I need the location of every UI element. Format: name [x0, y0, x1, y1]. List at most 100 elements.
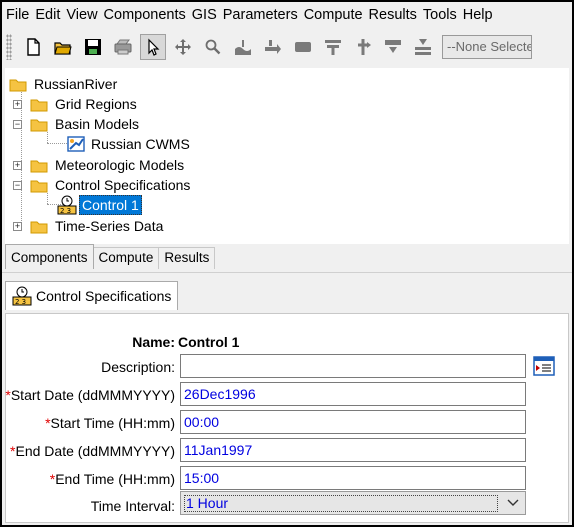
junction-tool-button[interactable] [320, 34, 346, 60]
split-pane-divider[interactable] [2, 272, 572, 280]
save-disk-icon [85, 39, 101, 55]
menu-help[interactable]: Help [462, 7, 498, 23]
editor-tab-strip: 2 3 Control Specifications [5, 281, 179, 310]
tab-compute[interactable]: Compute [92, 247, 160, 269]
end-date-field[interactable]: 11Jan1997 [180, 438, 526, 462]
diversion-tool-button[interactable] [350, 34, 376, 60]
toolbar-grip-handle[interactable] [6, 34, 12, 60]
tree-root-row[interactable]: RussianRiver [9, 74, 119, 94]
tree-label-russian-cwms: Russian CWMS [91, 136, 190, 152]
description-label: Description: [101, 359, 175, 375]
collapse-icon[interactable]: − [13, 181, 22, 190]
open-button[interactable] [50, 34, 76, 60]
menu-file[interactable]: File [5, 7, 34, 23]
end-time-label-text: End Time (HH:mm) [55, 471, 175, 487]
tree-label-time-series-data: Time-Series Data [55, 218, 164, 234]
tree-row-basin-models[interactable]: Basin Models [30, 114, 141, 134]
end-time-field[interactable]: 15:00 [180, 466, 526, 490]
hec-hms-window: File Edit View Components GIS Parameters… [2, 2, 572, 525]
tree-label-control-specifications: Control Specifications [55, 177, 191, 193]
tree-label-control-1: Control 1 [79, 195, 142, 215]
start-time-label: *Start Time (HH:mm) [45, 415, 175, 431]
folder-icon [30, 180, 48, 192]
start-date-label: *Start Date (ddMMMYYYY) [5, 387, 175, 403]
tree-label-basin-models: Basin Models [55, 116, 140, 132]
tree-row-grid-regions[interactable]: Grid Regions [30, 94, 139, 114]
menu-gis[interactable]: GIS [191, 7, 222, 23]
folder-icon [30, 221, 48, 233]
tree-label-grid-regions: Grid Regions [55, 96, 137, 112]
source-tool-icon [385, 40, 401, 53]
watershed-explorer-tree: RussianRiver Grid Regions + Basin Models… [5, 68, 569, 244]
basin-model-icon [67, 136, 85, 152]
name-label: Name: [132, 334, 175, 350]
folder-icon [30, 99, 48, 111]
tab-components[interactable]: Components [5, 244, 94, 269]
source-tool-button[interactable] [380, 34, 406, 60]
end-time-label: *End Time (HH:mm) [50, 471, 175, 487]
tree-label-meteorologic-models: Meteorologic Models [55, 157, 185, 173]
tab-results[interactable]: Results [158, 247, 216, 269]
svg-text:2 3: 2 3 [60, 207, 71, 215]
menu-parameters[interactable]: Parameters [222, 7, 303, 23]
start-time-field[interactable]: 00:00 [180, 410, 526, 434]
control-spec-editor: Name: Control 1 Description: *Start Date… [5, 313, 569, 523]
reservoir-tool-button[interactable] [290, 34, 316, 60]
start-date-label-text: Start Date (ddMMMYYYY) [10, 387, 175, 403]
pointer-tool-button[interactable] [140, 34, 166, 60]
reservoir-tool-icon [295, 42, 311, 52]
control-spec-icon: 2 3 [12, 286, 32, 306]
description-field[interactable] [180, 354, 526, 378]
new-file-button[interactable] [20, 34, 46, 60]
tree-row-time-series-data[interactable]: Time-Series Data [30, 216, 165, 236]
save-button[interactable] [80, 34, 106, 60]
tab-control-specifications[interactable]: 2 3 Control Specifications [5, 281, 179, 310]
menu-edit[interactable]: Edit [34, 7, 65, 23]
time-interval-select[interactable]: 1 Hour [180, 491, 526, 515]
folder-icon [30, 160, 48, 172]
tree-row-meteorologic-models[interactable]: Meteorologic Models [30, 155, 186, 175]
diversion-tool-icon [358, 39, 371, 55]
description-editor-button[interactable] [533, 355, 555, 377]
time-interval-label: Time Interval: [90, 498, 175, 514]
text-editor-icon [533, 356, 555, 376]
expand-icon[interactable]: + [13, 222, 22, 231]
svg-text:2 3: 2 3 [15, 298, 26, 306]
reach-tool-icon [265, 40, 281, 54]
menu-components[interactable]: Components [103, 7, 191, 23]
expand-icon[interactable]: + [13, 100, 22, 109]
pointer-arrow-icon [148, 38, 160, 56]
reach-tool-button[interactable] [260, 34, 286, 60]
junction-tool-icon [325, 40, 341, 55]
zoom-tool-button[interactable] [200, 34, 226, 60]
print-icon [114, 39, 132, 55]
pan-tool-button[interactable] [170, 34, 196, 60]
zoom-magnifier-icon [205, 39, 221, 55]
time-interval-value: 1 Hour [184, 495, 498, 512]
print-button[interactable] [110, 34, 136, 60]
sink-tool-button[interactable] [410, 34, 436, 60]
tree-row-russian-cwms[interactable]: Russian CWMS [67, 134, 192, 154]
menu-bar: File Edit View Components GIS Parameters… [2, 2, 572, 28]
folder-icon [30, 119, 48, 131]
control-spec-icon: 2 3 [57, 195, 77, 215]
menu-compute[interactable]: Compute [303, 7, 368, 23]
start-date-field[interactable]: 26Dec1996 [180, 382, 526, 406]
explorer-tab-strip: Components Compute Results [5, 244, 216, 269]
tree-row-control-1[interactable]: 2 3 Control 1 [57, 195, 142, 215]
tree-connector-line [47, 143, 67, 144]
menu-tools[interactable]: Tools [422, 7, 462, 23]
collapse-icon[interactable]: − [13, 120, 22, 129]
tree-row-control-specifications[interactable]: Control Specifications [30, 175, 192, 195]
basin-model-select[interactable]: --None Selected-- [442, 35, 532, 59]
end-date-label: *End Date (ddMMMYYYY) [10, 443, 175, 459]
sink-tool-icon [415, 39, 431, 55]
menu-view[interactable]: View [65, 7, 102, 23]
move-arrows-icon [175, 39, 191, 55]
start-time-label-text: Start Time (HH:mm) [50, 415, 175, 431]
expand-icon[interactable]: + [13, 161, 22, 170]
name-value: Control 1 [178, 334, 240, 350]
menu-results[interactable]: Results [368, 7, 422, 23]
editor-tab-label: Control Specifications [36, 288, 172, 304]
subbasin-tool-button[interactable] [230, 34, 256, 60]
